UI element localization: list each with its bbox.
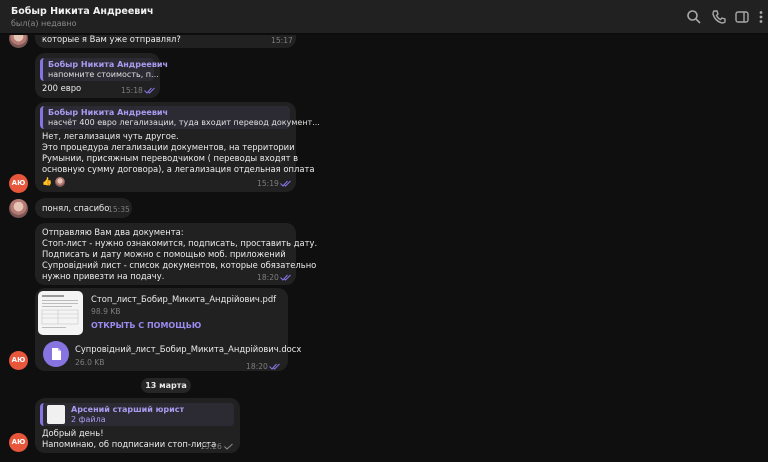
contact-status: был(а) недавно — [11, 19, 77, 28]
message-line: Нет, легализация чуть другое. — [42, 131, 179, 141]
reply-quote[interactable]: Бобыр Никита Андреевич насчёт 400 евро л… — [40, 106, 320, 129]
file-icon-circle[interactable] — [43, 341, 69, 367]
sender-avatar[interactable]: АЮ — [9, 174, 28, 193]
contact-avatar[interactable] — [9, 35, 28, 48]
message-line: основную сумму договора), а легализация … — [42, 164, 315, 174]
phone-icon[interactable] — [711, 9, 727, 25]
message-bubble[interactable]: Бобыр Никита Андреевич насчёт 400 евро л… — [35, 102, 320, 192]
message-time: 19:26 — [200, 442, 222, 451]
message-line: Добрый день! — [42, 428, 104, 438]
reply-quote[interactable]: Арсений старший юрист 2 файла — [40, 403, 234, 426]
reply-quote[interactable]: Бобыр Никита Андреевич напомните стоимос… — [40, 58, 168, 81]
message-time: 18:20 — [246, 362, 268, 371]
quote-text: напомните стоимость, п... — [48, 70, 159, 79]
file-name[interactable]: Супровідний_лист_Бобир_Микита_Андрійович… — [75, 344, 301, 355]
quote-text: 2 файла — [71, 415, 106, 424]
message-time: 15:17 — [271, 36, 293, 45]
message-line: Румынии, присяжным переводчиком ( перево… — [42, 153, 299, 163]
sender-avatar[interactable]: АЮ — [9, 351, 28, 370]
file-message-bubble[interactable]: Стоп_лист_Бобир_Микита_Андрійович.pdf 98… — [35, 288, 301, 371]
file-size: 98.9 KB — [91, 307, 121, 316]
sidebar-toggle-icon[interactable] — [734, 9, 750, 25]
sent-check-icon — [224, 443, 233, 450]
message-bubble[interactable]: которые я Вам уже отправлял? 15:17 — [35, 35, 296, 48]
message-line: нужно привезти на подачу. — [42, 271, 165, 281]
quote-author: Бобыр Никита Андреевич — [48, 60, 168, 69]
quote-author: Бобыр Никита Андреевич — [48, 108, 168, 117]
message-time: 15:18 — [121, 86, 143, 95]
message-list[interactable]: которые я Вам уже отправлял? 15:17 Бобыр… — [0, 35, 768, 462]
chat-header[interactable]: Бобыр Никита Андреевич был(а) недавно — [0, 0, 768, 34]
contact-avatar[interactable] — [9, 199, 28, 218]
contact-name[interactable]: Бобыр Никита Андреевич — [11, 6, 154, 17]
message-text: 200 евро — [42, 83, 82, 93]
reaction-thumbs-up[interactable]: 👍 — [42, 177, 52, 186]
read-check-icon — [269, 363, 280, 370]
message-bubble[interactable]: Отправляю Вам два документа: Стоп-лист -… — [35, 223, 317, 285]
message-text: которые я Вам уже отправлял? — [42, 35, 181, 44]
read-check-icon — [144, 87, 155, 94]
quote-text: насчёт 400 евро легализации, туда входит… — [48, 118, 320, 127]
date-separator: 13 марта — [141, 378, 191, 393]
message-bubble[interactable]: понял, спасибо 15:35 — [35, 198, 132, 218]
quote-author: Арсений старший юрист — [71, 405, 185, 414]
message-bubble[interactable]: Бобыр Никита Андреевич напомните стоимос… — [35, 53, 168, 98]
message-time: 15:35 — [108, 205, 130, 214]
message-text: понял, спасибо — [42, 203, 110, 213]
message-bubble[interactable]: Арсений старший юрист 2 файла Добрый ден… — [35, 398, 240, 453]
message-time: 18:20 — [257, 273, 279, 282]
file-size: 26.0 KB — [75, 358, 105, 367]
message-line: Стоп-лист - нужно ознакомится, подписать… — [42, 238, 318, 248]
message-line: Отправляю Вам два документа: — [42, 227, 184, 237]
read-check-icon — [280, 274, 291, 281]
file-name[interactable]: Стоп_лист_Бобир_Микита_Андрійович.pdf — [91, 294, 276, 305]
message-line: Супровідний лист - список документов, ко… — [42, 260, 317, 270]
read-check-icon — [280, 180, 291, 187]
document-preview-icon — [41, 295, 79, 328]
pdf-thumbnail[interactable] — [38, 291, 83, 335]
search-icon[interactable] — [686, 9, 702, 25]
more-options-icon[interactable] — [756, 9, 766, 25]
message-line: Это процедура легализации документов, на… — [42, 142, 295, 152]
message-line: Напоминаю, об подписании стоп-листа — [42, 439, 217, 449]
quote-file-thumbnail — [47, 405, 65, 424]
reaction-user-avatar — [55, 177, 65, 187]
open-with-button[interactable]: ОТКРЫТЬ С ПОМОЩЬЮ — [91, 321, 201, 330]
document-icon — [52, 348, 61, 360]
message-line: Подписать и дату можно с помощью моб. пр… — [42, 249, 286, 259]
sender-avatar[interactable]: АЮ — [9, 433, 28, 452]
message-time: 15:19 — [257, 179, 279, 188]
